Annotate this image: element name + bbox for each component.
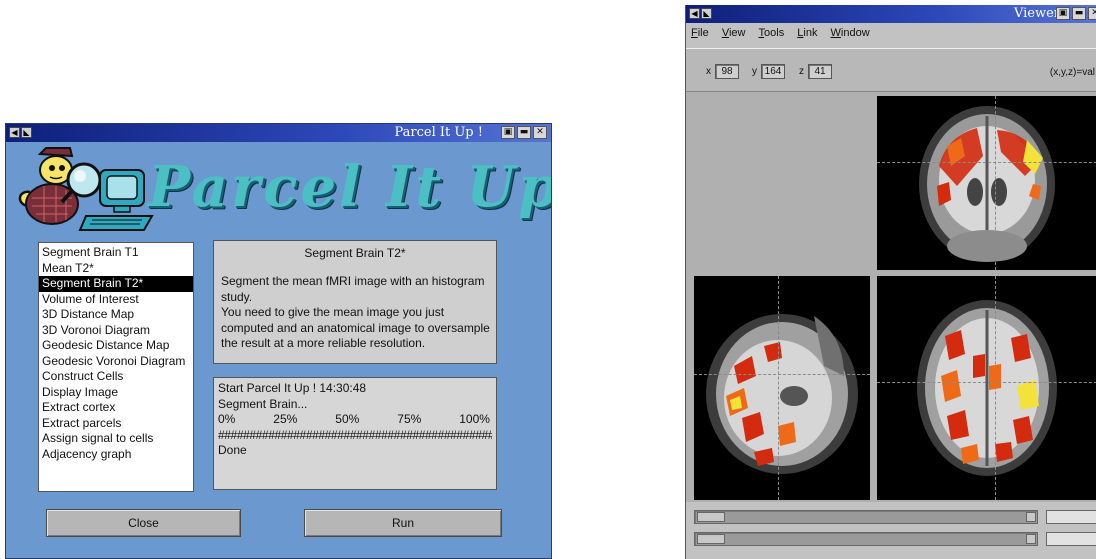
step-item[interactable]: 3D Voronoi Diagram [39,323,193,339]
arrow-right-icon[interactable]: ◣ [701,8,712,19]
progress-scale: 0% 25% 50% 75% 100% [218,412,492,428]
view-area [686,92,1096,502]
logo-area: Parcel It Up ! [6,142,552,234]
sagittal-view[interactable] [694,276,870,500]
arrow-right-icon[interactable]: ◣ [21,127,32,138]
step-item[interactable]: Assign signal to cells [39,431,193,447]
arrow-left-icon[interactable]: ◀ [9,127,20,138]
description-panel: Segment Brain T2* Segment the mean fMRI … [213,240,497,364]
crosshair-horizontal [877,162,1096,163]
z-input[interactable]: 41 [808,64,832,79]
cat-mascot-icon [18,147,154,231]
crosshair-horizontal [694,374,870,375]
menu-file[interactable]: File [691,23,709,43]
progress-tick: 100% [459,412,490,426]
close-icon[interactable]: ✕ [1088,7,1096,20]
value-readout: (x,y,z)=val [1049,67,1095,78]
log-start-line: Start Parcel It Up ! 14:30:48 [218,381,367,395]
y-input[interactable]: 164 [761,64,785,79]
step-item[interactable]: Extract cortex [39,400,193,416]
menu-bar: File View Tools Link Window [686,23,1096,43]
window-controls: ▣ ▬ ✕ [501,126,547,139]
step-item[interactable]: Geodesic Distance Map [39,338,193,354]
parcel-titlebar[interactable]: ◀ ◣ Parcel It Up ! ▣ ▬ ✕ [6,124,551,142]
viewer-titlebar[interactable]: ◀ ◣ Viewer ▣ ▬ ✕ [686,5,1096,23]
menu-window[interactable]: Window [831,23,870,43]
description-line: computed and an anatomical image to over… [221,320,490,335]
step-item[interactable]: Volume of Interest [39,292,193,308]
axial-brain-image [917,300,1057,476]
log-panel: Start Parcel It Up ! 14:30:48 Segment Br… [213,377,497,490]
description-line: You need to give the mean image you just [221,305,445,319]
step-item[interactable]: Segment Brain T1 [39,245,193,261]
step-item[interactable]: Geodesic Voronoi Diagram [39,354,193,370]
side-field[interactable] [1046,532,1096,546]
horizontal-scrollbar[interactable] [694,532,1038,546]
progress-tick: 25% [273,412,298,426]
coronal-view[interactable] [877,96,1096,270]
minimize-icon[interactable]: ▬ [1072,7,1086,20]
log-done-line: Done [218,443,247,457]
scroll-right-icon[interactable] [1026,512,1036,522]
x-input[interactable]: 98 [715,64,739,79]
window-title: Parcel It Up ! [394,125,483,140]
arrow-left-icon[interactable]: ◀ [689,8,700,19]
horizontal-scrollbar[interactable] [694,510,1038,524]
coordinate-bar: x 98 y 164 z 41 (x,y,z)=val [686,48,1096,92]
log-step-line: Segment Brain... [218,396,308,411]
run-button[interactable]: Run [304,509,502,537]
z-coordinate: z 41 [799,64,832,79]
viewer-window: ◀ ◣ Viewer ▣ ▬ ✕ File View Tools Link Wi… [685,5,1096,559]
step-item[interactable]: Mean T2* [39,261,193,277]
crosshair-horizontal [877,382,1096,383]
scrollbar-thumb[interactable] [697,512,725,522]
steps-list[interactable]: Segment Brain T1 Mean T2* Segment Brain T2… [38,242,194,492]
restore-icon[interactable]: ▣ [501,126,515,139]
step-item[interactable]: 3D Distance Map [39,307,193,323]
y-coordinate: y 164 [752,64,785,79]
menu-view[interactable]: View [722,23,746,43]
window-controls: ▣ ▬ ✕ [1056,7,1096,20]
step-item[interactable]: Display Image [39,385,193,401]
titlebar-arrows: ◀ ◣ [9,127,32,138]
progress-tick: 75% [397,412,422,426]
description-line: the result at a more reliable resolution… [221,336,426,350]
step-item[interactable]: Adjacency graph [39,447,193,463]
sagittal-brain-image [706,314,858,474]
close-button[interactable]: Close [46,509,241,537]
scrollbar-thumb[interactable] [697,534,725,544]
side-field[interactable] [1046,510,1096,524]
progress-bar-text: ########################################… [218,427,492,442]
progress-tick: 50% [335,412,360,426]
parcel-it-up-window: ◀ ◣ Parcel It Up ! ▣ ▬ ✕ Parcel It Up Se… [5,123,552,559]
description-line: Segment the mean fMRI image with an hist… [221,274,485,288]
crosshair-vertical [995,276,996,500]
coronal-brain-image [919,106,1055,262]
description-text: Segment the mean fMRI image with an hist… [221,274,490,352]
banner-title: Parcel It Up ! [148,154,552,220]
x-coordinate: x 98 [706,64,739,79]
description-line: study. [221,289,253,304]
description-title: Segment Brain T2* [304,246,406,260]
progress-tick: 0% [218,412,236,426]
titlebar-arrows: ◀ ◣ [689,8,712,19]
menu-tools[interactable]: Tools [759,23,785,43]
menu-link[interactable]: Link [797,23,817,43]
scroll-right-icon[interactable] [1026,534,1036,544]
step-item[interactable]: Extract parcels [39,416,193,432]
minimize-icon[interactable]: ▬ [517,126,531,139]
step-item[interactable]: Segment Brain T2* [39,276,193,292]
restore-icon[interactable]: ▣ [1056,7,1070,20]
crosshair-vertical [778,276,779,500]
close-icon[interactable]: ✕ [533,126,547,139]
crosshair-vertical [995,96,996,270]
axial-view[interactable] [877,276,1096,500]
window-title: Viewer [1013,6,1060,21]
step-item[interactable]: Construct Cells [39,369,193,385]
